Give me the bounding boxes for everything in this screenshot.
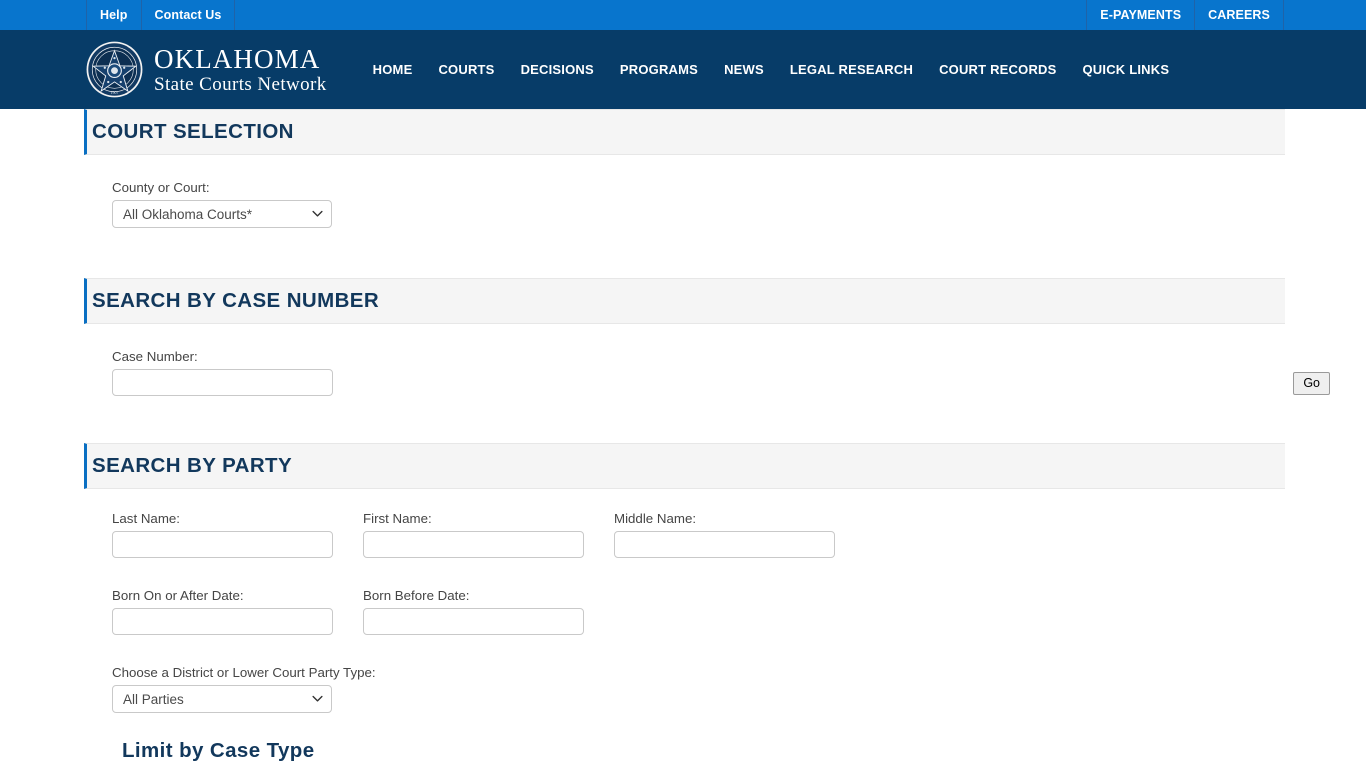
nav-item-home[interactable]: HOME xyxy=(360,56,426,83)
last-name-input[interactable] xyxy=(112,531,333,558)
main-navigation: HOME COURTS DECISIONS PROGRAMS NEWS LEGA… xyxy=(360,56,1183,83)
nav-item-programs[interactable]: PROGRAMS xyxy=(607,56,711,83)
born-on-or-after-label: Born On or After Date: xyxy=(112,588,244,603)
party-type-label: Choose a District or Lower Court Party T… xyxy=(112,665,376,680)
case-number-label: Case Number: xyxy=(112,349,198,364)
utility-bar-right-links: E-PAYMENTS CAREERS xyxy=(1086,0,1284,30)
utility-bar-left-links: Help Contact Us xyxy=(86,0,236,30)
middle-name-label: Middle Name: xyxy=(614,511,697,526)
case-type-heading: Limit by Case Type xyxy=(122,739,315,762)
site-logo-link[interactable]: 1907 OKLAHOMA State Courts Network xyxy=(86,41,327,98)
case-number-body: Case Number: Go xyxy=(0,324,1366,396)
born-on-or-after-input[interactable] xyxy=(112,608,333,635)
party-type-select[interactable]: All Parties xyxy=(112,685,332,713)
born-on-or-after-field-group: Born On or After Date: xyxy=(112,588,333,635)
case-number-field-group: Case Number: xyxy=(112,349,333,396)
party-search-heading: SEARCH BY PARTY xyxy=(92,454,293,477)
nav-item-court-records[interactable]: COURT RECORDS xyxy=(926,56,1069,83)
middle-name-input[interactable] xyxy=(614,531,835,558)
party-type-select-wrapper: All Parties xyxy=(112,685,332,713)
court-selection-header: COURT SELECTION xyxy=(84,109,1285,155)
nav-item-decisions[interactable]: DECISIONS xyxy=(508,56,607,83)
county-or-court-select[interactable]: All Oklahoma Courts* xyxy=(112,200,332,228)
county-or-court-select-wrapper: All Oklahoma Courts* xyxy=(112,200,332,228)
nav-item-quick-links[interactable]: QUICK LINKS xyxy=(1070,56,1183,83)
court-selection-heading: COURT SELECTION xyxy=(92,120,294,143)
brand-title: OKLAHOMA xyxy=(154,43,321,74)
nav-item-news[interactable]: NEWS xyxy=(711,56,777,83)
case-number-go-button[interactable]: Go xyxy=(1293,372,1330,395)
court-selection-body: County or Court: All Oklahoma Courts* xyxy=(0,155,1366,228)
page-content: COURT SELECTION County or Court: All Okl… xyxy=(0,109,1366,763)
born-before-label: Born Before Date: xyxy=(363,588,470,603)
party-search-body: Last Name: First Name: Middle Name: Born… xyxy=(0,489,1366,763)
first-name-label: First Name: xyxy=(363,511,432,526)
utility-link-careers[interactable]: CAREERS xyxy=(1195,0,1284,30)
party-name-row: Last Name: First Name: Middle Name: xyxy=(112,511,1366,558)
utility-link-e-payments[interactable]: E-PAYMENTS xyxy=(1086,0,1196,30)
party-dob-row: Born On or After Date: Born Before Date: xyxy=(112,588,1366,635)
born-before-field-group: Born Before Date: xyxy=(363,588,584,635)
oklahoma-state-seal-icon: 1907 xyxy=(86,41,143,98)
nav-item-legal-research[interactable]: LEGAL RESEARCH xyxy=(777,56,926,83)
site-header: 1907 OKLAHOMA State Courts Network HOME … xyxy=(0,30,1366,109)
party-type-field-group: Choose a District or Lower Court Party T… xyxy=(112,665,1366,713)
nav-item-courts[interactable]: COURTS xyxy=(425,56,507,83)
middle-name-field-group: Middle Name: xyxy=(614,511,835,558)
party-search-header: SEARCH BY PARTY xyxy=(84,443,1285,489)
born-before-input[interactable] xyxy=(363,608,584,635)
first-name-input[interactable] xyxy=(363,531,584,558)
case-number-input[interactable] xyxy=(112,369,333,396)
last-name-field-group: Last Name: xyxy=(112,511,333,558)
county-or-court-label: County or Court: xyxy=(112,180,210,195)
utility-bar: Help Contact Us E-PAYMENTS CAREERS xyxy=(0,0,1366,30)
first-name-field-group: First Name: xyxy=(363,511,584,558)
case-number-heading: SEARCH BY CASE NUMBER xyxy=(92,289,380,312)
svg-text:1907: 1907 xyxy=(111,90,119,95)
brand-subtitle: State Courts Network xyxy=(154,74,327,96)
utility-link-help[interactable]: Help xyxy=(86,0,142,30)
case-number-header: SEARCH BY CASE NUMBER xyxy=(84,278,1285,324)
utility-link-contact-us[interactable]: Contact Us xyxy=(142,0,236,30)
last-name-label: Last Name: xyxy=(112,511,180,526)
